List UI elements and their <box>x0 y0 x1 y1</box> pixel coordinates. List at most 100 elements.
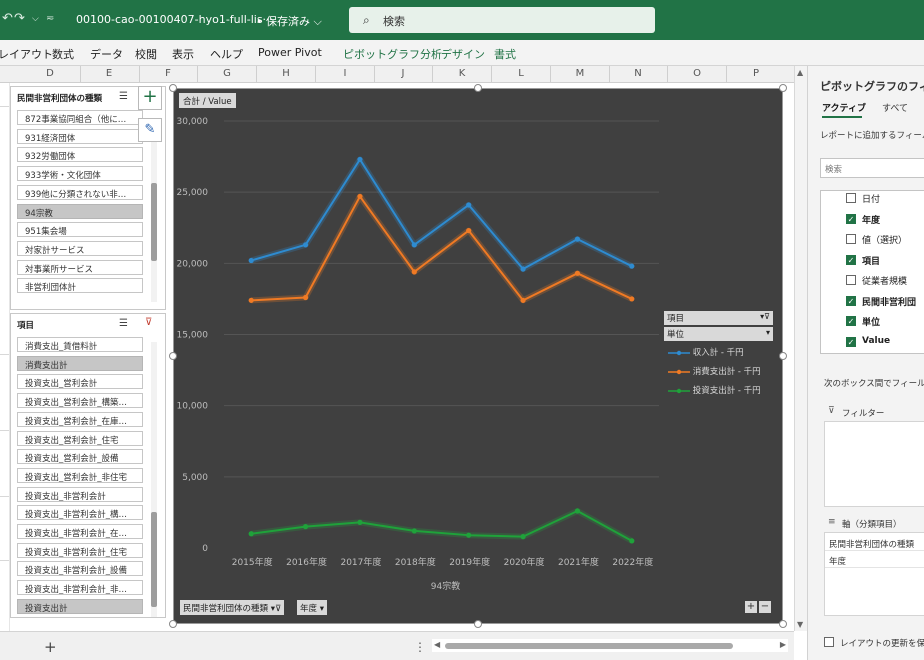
tab-pivotchart-analyze[interactable]: ピボットグラフ分析 <box>343 46 442 62</box>
field-checkbox[interactable] <box>846 234 856 244</box>
chart-styles-brush-icon[interactable]: ✎ <box>138 118 162 142</box>
slicer-item-button[interactable]: 951集会場 <box>17 222 143 238</box>
field-label[interactable]: 日付 <box>862 192 880 205</box>
column-D[interactable]: D <box>36 68 64 79</box>
slicer-item-button[interactable]: 933学術・文化団体 <box>17 166 143 182</box>
slicer-item-button[interactable]: 対事業所サービス <box>17 259 143 275</box>
field-checkbox[interactable]: ✓ <box>846 336 856 347</box>
add-sheet-button[interactable]: + <box>44 638 57 656</box>
defer-update-checkbox[interactable] <box>824 637 834 647</box>
slicer-item-button[interactable]: 消費支出_賃借料計 <box>17 337 143 352</box>
scroll-thumb[interactable] <box>151 183 157 261</box>
legend-field-button-item[interactable]: 項目 ▾⊽ <box>664 311 773 325</box>
slicer-item-button[interactable]: 投資支出_営利会計_構築… <box>17 393 143 409</box>
expand-field-button[interactable]: + <box>745 601 757 613</box>
slicer-item-button[interactable]: 投資支出_営利会計_設備 <box>17 449 143 465</box>
multi-select-icon[interactable]: ☰ <box>119 91 128 102</box>
slicer-item-button[interactable]: 投資支出_営利会計_非住宅 <box>17 467 143 483</box>
scroll-down-icon[interactable]: ▼ <box>797 620 803 629</box>
field-search-input[interactable]: 検索 <box>820 158 924 178</box>
column-K[interactable]: K <box>448 68 476 79</box>
column-I[interactable]: I <box>331 68 359 79</box>
slicer-item-button[interactable]: 投資支出計 <box>17 598 143 614</box>
scroll-up-icon[interactable]: ▲ <box>797 68 803 77</box>
column-G[interactable]: G <box>213 68 241 79</box>
column-J[interactable]: J <box>389 68 417 79</box>
slicer-item-button[interactable]: 投資支出_非営利会計_設備 <box>17 561 143 577</box>
more-options-icon[interactable]: ⋮ <box>414 640 426 654</box>
column-O[interactable]: O <box>683 68 711 79</box>
field-label[interactable]: Value <box>862 336 890 346</box>
resize-handle[interactable] <box>169 620 177 628</box>
legend-entry-income[interactable]: 収入計 - 千円 <box>668 346 744 358</box>
axis-field-item[interactable]: 民間非営利団体の種類 <box>825 535 924 551</box>
field-checkbox[interactable]: ✓ <box>846 254 856 265</box>
slicer-item-button[interactable]: 投資支出_非営利会計_非… <box>17 580 143 596</box>
column-E[interactable]: E <box>95 68 123 79</box>
undo-icon[interactable]: ↶ <box>2 11 13 26</box>
field-label[interactable]: 単位 <box>862 315 880 328</box>
slicer-scrollbar[interactable] <box>151 342 157 617</box>
tab-formulas[interactable]: 数式 <box>52 46 74 62</box>
field-label[interactable]: 民間非営利団 <box>862 295 916 308</box>
clear-filter-icon[interactable]: ⊽ <box>145 317 152 328</box>
tab-help[interactable]: ヘルプ <box>210 46 243 62</box>
scroll-thumb[interactable] <box>151 512 157 607</box>
field-label[interactable]: 従業者規模 <box>862 274 907 287</box>
tab-design[interactable]: デザイン <box>441 46 485 62</box>
slicer-scrollbar[interactable] <box>151 127 157 302</box>
column-F[interactable]: F <box>154 68 182 79</box>
slicer-item-button[interactable]: 投資支出_営利会計_住宅 <box>17 430 143 446</box>
scroll-right-icon[interactable]: ▶ <box>780 640 786 649</box>
slicer-item-button[interactable]: 投資支出_非営利会計_在… <box>17 524 143 539</box>
resize-handle[interactable] <box>169 84 177 92</box>
value-field-button[interactable]: 合計 / Value <box>179 93 236 108</box>
field-checkbox[interactable] <box>846 193 856 203</box>
slicer-item-button[interactable]: 対家計サービス <box>17 240 143 256</box>
save-status[interactable]: • 保存済み ⌵ <box>256 13 322 29</box>
tab-format[interactable]: 書式 <box>494 46 516 62</box>
search-box[interactable]: ⌕ 検索 <box>349 7 655 33</box>
column-P[interactable]: P <box>742 68 770 79</box>
slicer-item-button[interactable]: 投資支出_非営利会計_構… <box>17 505 143 521</box>
slicer-item-button[interactable]: 消費支出計 <box>17 355 143 371</box>
slicer-item-button[interactable]: 872事業協同組合（他に… <box>17 110 143 125</box>
horizontal-scroll-thumb[interactable] <box>445 643 733 649</box>
slicer-item-button[interactable]: 投資支出_営利会計_在庫… <box>17 411 143 427</box>
field-label[interactable]: 年度 <box>862 213 880 226</box>
resize-handle[interactable] <box>474 84 482 92</box>
customize-icon[interactable]: ≂ <box>46 13 54 24</box>
field-label[interactable]: 項目 <box>862 254 880 267</box>
resize-handle[interactable] <box>779 620 787 628</box>
axis-drop-area[interactable]: 民間非営利団体の種類 年度 <box>824 532 924 616</box>
multi-select-icon[interactable]: ☰ <box>119 318 128 329</box>
tab-power-pivot[interactable]: Power Pivot <box>258 46 322 59</box>
slicer-item-button[interactable]: 投資支出_営利会計 <box>17 374 143 390</box>
tab-review[interactable]: 校閲 <box>135 46 157 62</box>
tab-active[interactable]: アクティブ <box>822 101 866 114</box>
slicer-item-button[interactable]: 939他に分類されない非… <box>17 184 143 200</box>
field-checkbox[interactable] <box>846 275 856 285</box>
resize-handle[interactable] <box>474 620 482 628</box>
tab-data[interactable]: データ <box>90 46 123 62</box>
axis-field-button-year[interactable]: 年度 ▾ <box>297 600 327 615</box>
slicer-item-button[interactable]: 94宗教 <box>17 203 143 219</box>
tab-view[interactable]: 表示 <box>172 46 194 62</box>
slicer-item-button[interactable]: 非営利団体計 <box>17 278 143 294</box>
field-checkbox[interactable]: ✓ <box>846 316 856 326</box>
resize-handle[interactable] <box>779 84 787 92</box>
column-H[interactable]: H <box>272 68 300 79</box>
collapse-field-button[interactable]: − <box>759 601 771 613</box>
axis-field-button-nonprofit[interactable]: 民間非営利団体の種類 ▾⊽ <box>180 600 285 615</box>
field-checkbox[interactable]: ✓ <box>846 295 856 306</box>
slicer-item[interactable]: 項目 ☰ ⊽ 消費支出_賃借料計 消費支出計 投資支出_営利会計 投資支出_営利会計_… <box>10 313 166 618</box>
filter-drop-area[interactable] <box>824 421 924 507</box>
redo-icon[interactable]: ↷ <box>14 11 25 26</box>
vertical-scrollbar[interactable]: ▲ ▼ <box>794 66 807 631</box>
legend-entry-consumption[interactable]: 消費支出計 - 千円 <box>668 365 761 377</box>
column-M[interactable]: M <box>566 68 594 79</box>
field-label[interactable]: 値（選択） <box>862 233 907 246</box>
slicer-item-button[interactable]: 931経済団体 <box>17 128 143 144</box>
chevron-down-icon[interactable]: ⌵ <box>32 14 39 24</box>
slicer-item-button[interactable]: 投資支出_非営利会計 <box>17 486 143 502</box>
